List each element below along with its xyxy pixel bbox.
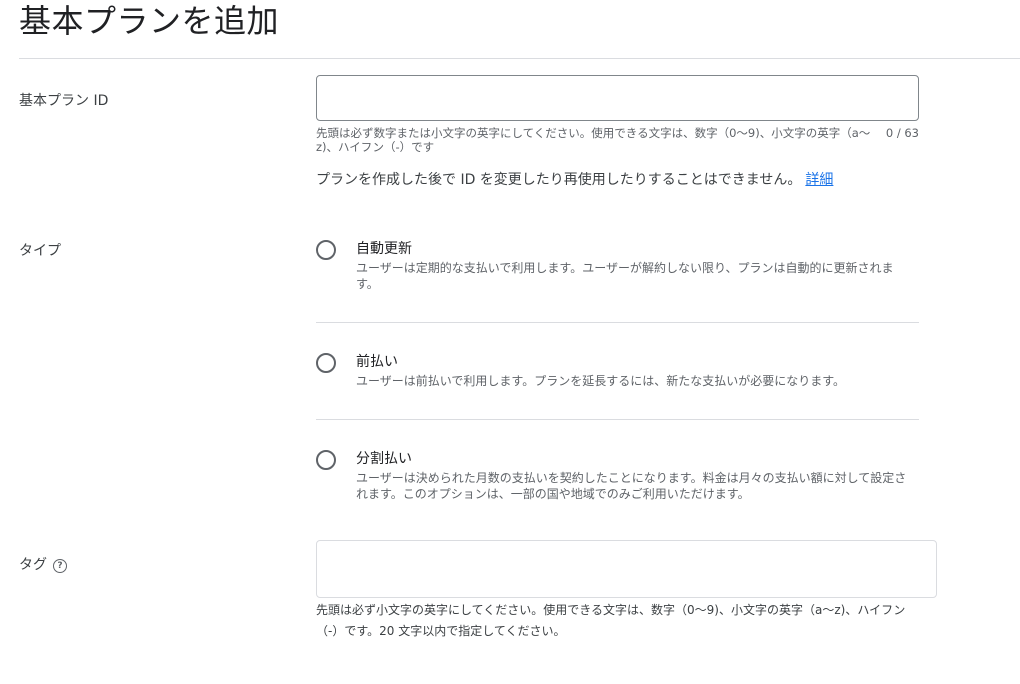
radio-installment[interactable]	[316, 450, 336, 470]
plan-id-helper: 先頭は必ず数字または小文字の英字にしてください。使用できる文字は、数字（0〜9)…	[316, 126, 871, 154]
plan-id-input[interactable]	[316, 75, 919, 121]
type-option-description: ユーザーは決められた月数の支払いを契約したことになります。料金は月々の支払い額に…	[356, 471, 907, 501]
type-option-description: ユーザーは定期的な支払いで利用します。ユーザーが解約しない限り、プランは自動的に…	[356, 261, 894, 291]
type-label: タイプ	[19, 243, 61, 259]
option-divider	[316, 419, 919, 420]
plan-id-notice: プランを作成した後で ID を変更したり再使用したりすることはできません。 詳細	[316, 169, 833, 189]
page-title: 基本プランを追加	[19, 2, 280, 40]
tag-label: タグ?	[19, 554, 67, 574]
type-option-title: 前払い	[356, 354, 398, 370]
tag-helper: 先頭は必ず小文字の英字にしてください。使用できる文字は、数字（0〜9)、小文字の…	[316, 603, 906, 638]
learn-more-link[interactable]: 詳細	[805, 172, 833, 188]
type-option-installment[interactable]: 分割払い ユーザーは決められた月数の支払いを契約したことになります。料金は月々の…	[316, 450, 919, 506]
plan-id-label: 基本プラン ID	[19, 93, 109, 109]
plan-id-char-counter: 0 / 63	[885, 126, 919, 140]
type-option-title: 自動更新	[356, 241, 412, 257]
type-option-description: ユーザーは前払いで利用します。プランを延長するには、新たな支払いが必要になります…	[356, 374, 846, 388]
plan-id-notice-text: プランを作成した後で ID を変更したり再使用したりすることはできません。	[316, 172, 802, 188]
type-option-prepaid[interactable]: 前払い ユーザーは前払いで利用します。プランを延長するには、新たな支払いが必要に…	[316, 353, 919, 393]
help-icon[interactable]: ?	[53, 559, 67, 573]
type-option-auto-renew[interactable]: 自動更新 ユーザーは定期的な支払いで利用します。ユーザーが解約しない限り、プラン…	[316, 240, 919, 296]
type-option-title: 分割払い	[356, 451, 412, 467]
option-divider	[316, 322, 919, 323]
radio-auto-renew[interactable]	[316, 240, 336, 260]
radio-prepaid[interactable]	[316, 353, 336, 373]
tag-input[interactable]	[316, 540, 937, 598]
title-divider	[19, 58, 1020, 59]
tag-label-text: タグ	[19, 557, 47, 573]
